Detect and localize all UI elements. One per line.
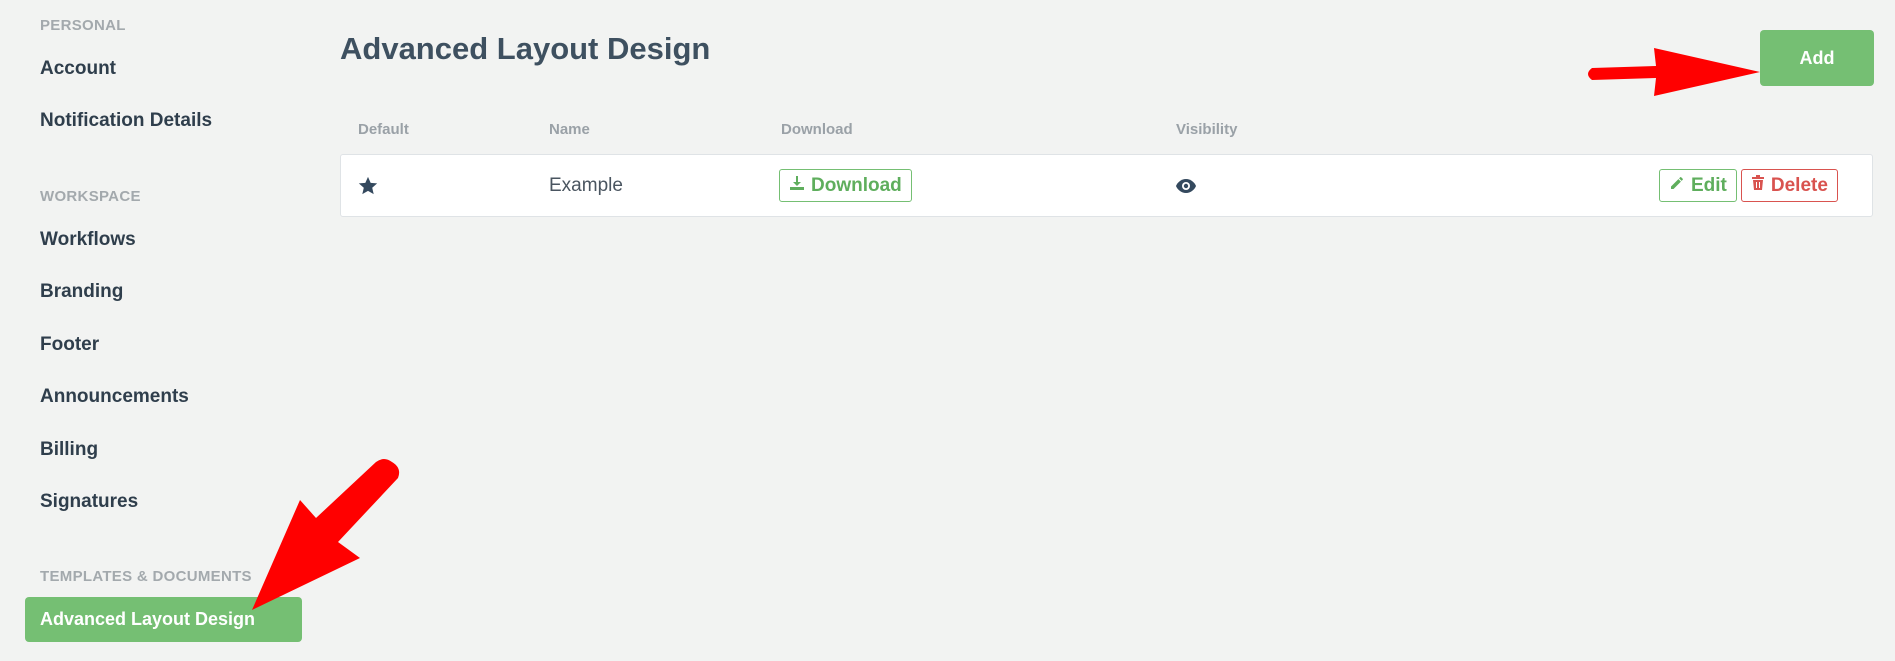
delete-button[interactable]: Delete — [1740, 169, 1838, 202]
edit-button[interactable]: Edit — [1659, 169, 1737, 202]
add-button[interactable]: Add — [1760, 30, 1874, 86]
sidebar-item-advanced-layout-design[interactable]: Advanced Layout Design — [25, 597, 302, 642]
layout-name: Example — [549, 174, 623, 196]
sidebar-item-notification-details[interactable]: Notification Details — [40, 110, 212, 132]
delete-label: Delete — [1770, 174, 1828, 196]
sidebar-item-footer[interactable]: Footer — [40, 334, 99, 356]
settings-page: PERSONAL Account Notification Details WO… — [0, 0, 1895, 661]
sidebar-item-workflows[interactable]: Workflows — [40, 229, 136, 251]
sidebar-item-signatures[interactable]: Signatures — [40, 491, 138, 513]
column-header-visibility: Visibility — [1176, 121, 1238, 138]
column-header-download: Download — [781, 121, 853, 138]
sidebar-item-announcements[interactable]: Announcements — [40, 386, 189, 408]
pencil-icon — [1669, 175, 1685, 197]
star-icon[interactable] — [357, 155, 379, 216]
download-label: Download — [811, 174, 902, 196]
sidebar-item-account[interactable]: Account — [40, 58, 116, 80]
trash-icon — [1751, 174, 1765, 197]
section-title-personal: PERSONAL — [40, 17, 126, 34]
sidebar-item-branding[interactable]: Branding — [40, 281, 123, 303]
table-row: Example Download Edit Delete — [340, 154, 1873, 217]
sidebar: PERSONAL Account Notification Details WO… — [0, 0, 320, 661]
sidebar-item-billing[interactable]: Billing — [40, 439, 98, 461]
row-actions: Edit Delete — [1659, 155, 1838, 216]
download-icon — [789, 175, 805, 197]
column-header-default: Default — [358, 121, 409, 138]
edit-label: Edit — [1691, 174, 1727, 196]
download-cell: Download — [779, 155, 912, 216]
page-title: Advanced Layout Design — [340, 31, 711, 66]
download-button[interactable]: Download — [779, 169, 912, 202]
column-header-name: Name — [549, 121, 590, 138]
eye-icon[interactable] — [1175, 155, 1197, 216]
section-title-templates-documents: TEMPLATES & DOCUMENTS — [40, 568, 252, 585]
section-title-workspace: WORKSPACE — [40, 188, 141, 205]
annotation-arrow-add — [1588, 48, 1760, 96]
